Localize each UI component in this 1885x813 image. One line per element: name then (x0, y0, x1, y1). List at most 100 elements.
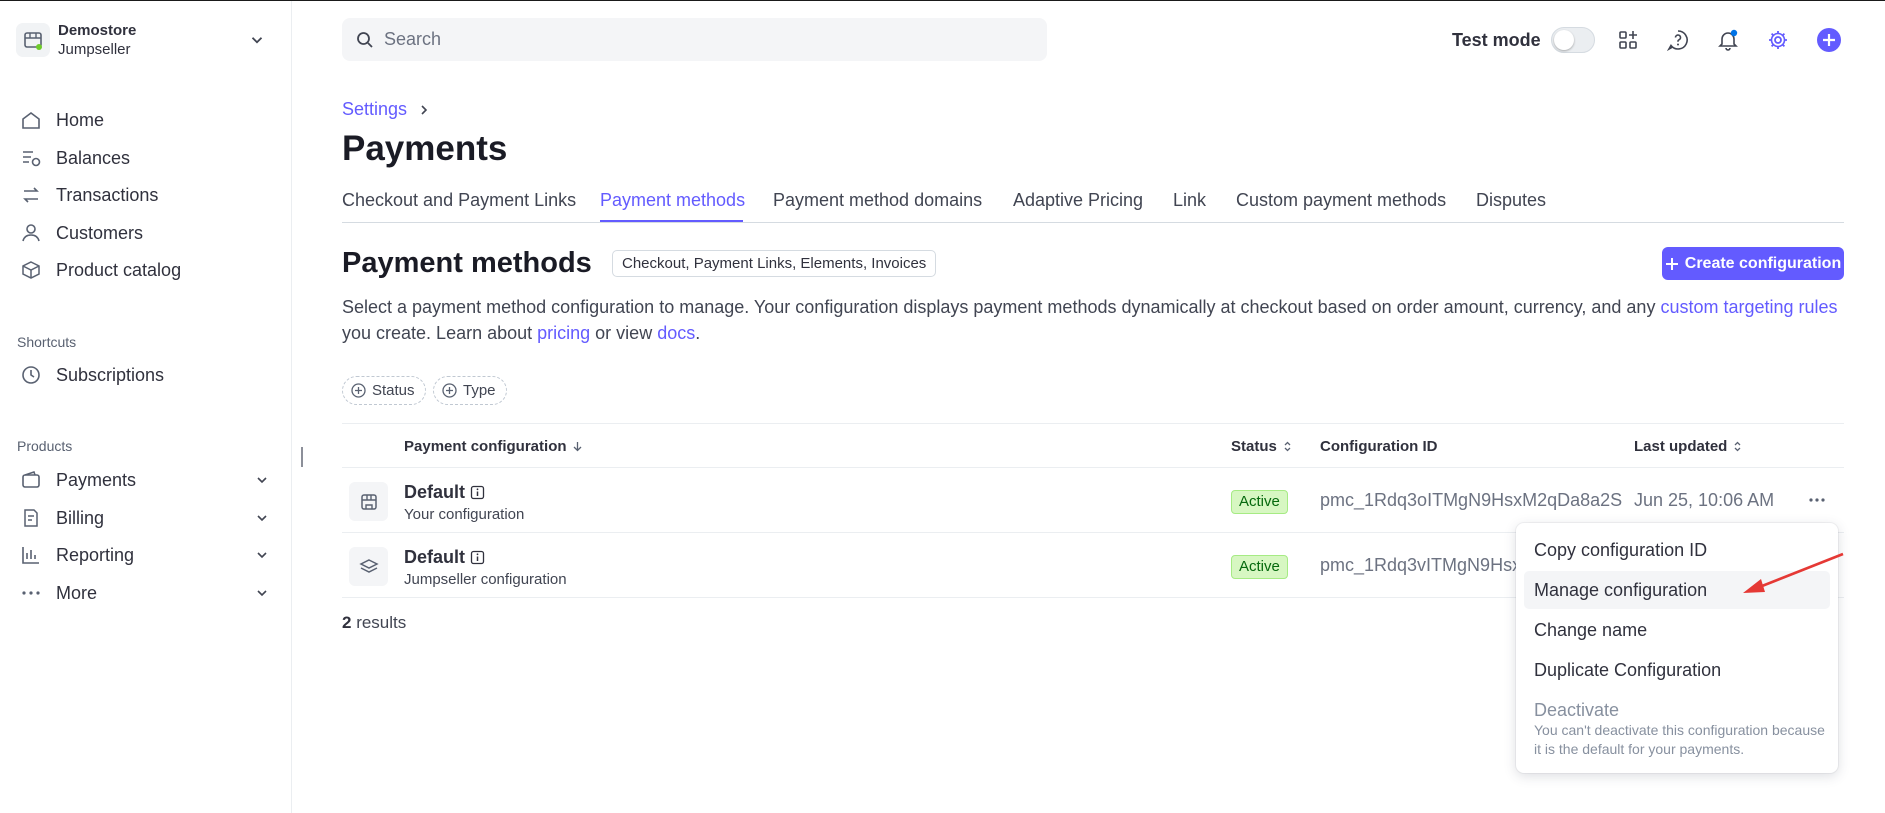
box-icon (22, 261, 40, 279)
nav-item-transactions[interactable]: Transactions (20, 180, 270, 210)
config-name-text: Default (404, 482, 466, 502)
nav-label: More (56, 582, 98, 603)
shortcuts-label: Shortcuts (17, 334, 77, 350)
products-label: Products (17, 438, 73, 454)
nav-label: Home (56, 109, 105, 130)
filter-label: Status (372, 382, 415, 399)
results-count: 2 results (342, 613, 406, 633)
search-icon (357, 31, 373, 48)
config-subtitle: Your configuration (404, 506, 525, 523)
account-switcher[interactable]: Demostore Jumpseller (16, 21, 266, 59)
sort-icon (1734, 441, 1741, 452)
header-label: Configuration ID (1320, 438, 1438, 455)
account-name: Demostore (58, 22, 137, 39)
header-payment-configuration[interactable]: Payment configuration (404, 438, 583, 455)
status-badge: Active (1231, 555, 1288, 579)
tab-link[interactable]: Link (1173, 190, 1206, 211)
chevron-down-icon (257, 590, 267, 597)
page-title: Payments (342, 129, 508, 168)
create-plus-icon[interactable] (1816, 27, 1842, 53)
configuration-id: pmc_1Rdq3vITMgN9HsxM (1320, 555, 1520, 575)
sidebar: Demostore Jumpseller Home Balances Trans… (0, 1, 292, 813)
config-subtitle: Jumpseller configuration (404, 571, 567, 588)
nav-item-more[interactable]: More (20, 578, 270, 608)
header-last-updated[interactable]: Last updated (1634, 438, 1743, 455)
ellipsis-icon (22, 591, 40, 595)
create-configuration-label: Create configuration (1684, 254, 1842, 272)
pricing-link[interactable]: pricing (537, 323, 590, 343)
sort-down-icon (573, 442, 581, 452)
nav-label: Payments (56, 469, 137, 490)
ellipsis-icon (1809, 498, 1825, 502)
nav-label: Customers (56, 222, 144, 243)
header-configuration-id: Configuration ID (1320, 438, 1437, 455)
billing-icon (24, 509, 38, 527)
settings-gear-icon[interactable] (1765, 27, 1791, 53)
chevron-down-icon (251, 37, 263, 44)
search-input[interactable] (384, 29, 984, 50)
account-sub: Jumpseller (58, 41, 131, 58)
nav-item-customers[interactable]: Customers (20, 218, 270, 248)
docs-link[interactable]: docs (657, 323, 695, 343)
status-filter[interactable]: Status (342, 376, 426, 405)
chevron-down-icon (257, 515, 267, 522)
type-filter[interactable]: Type (433, 376, 507, 405)
plus-icon (1665, 257, 1678, 270)
header-label: Status (1231, 438, 1277, 455)
row-actions-button[interactable] (1806, 492, 1828, 508)
tab-disputes[interactable]: Disputes (1476, 190, 1546, 211)
search-bar[interactable] (342, 18, 1047, 61)
test-mode-label: Test mode (1452, 29, 1541, 50)
menu-duplicate-configuration[interactable]: Duplicate Configuration (1524, 651, 1830, 689)
tab-custom-payment-methods[interactable]: Custom payment methods (1236, 190, 1446, 211)
tab-checkout-payment-links[interactable]: Checkout and Payment Links (342, 190, 576, 211)
info-icon[interactable] (470, 485, 485, 500)
create-configuration-button[interactable]: Create configuration (1662, 247, 1844, 280)
section-description: Select a payment method configuration to… (342, 294, 1852, 346)
person-icon (22, 224, 40, 242)
tab-adaptive-pricing[interactable]: Adaptive Pricing (1013, 190, 1143, 211)
breadcrumb-settings-link[interactable]: Settings (342, 99, 407, 120)
nav-item-product-catalog[interactable]: Product catalog (20, 255, 270, 285)
configuration-id: pmc_1Rdq3oITMgN9HsxM2qDa8a2S (1320, 490, 1623, 510)
bar-chart-icon (22, 547, 39, 564)
custom-targeting-rules-link[interactable]: custom targeting rules (1660, 297, 1837, 317)
chevron-down-icon (257, 477, 267, 484)
tab-payment-method-domains[interactable]: Payment method domains (773, 190, 982, 211)
config-name-text: Default (404, 547, 466, 567)
home-icon (22, 112, 40, 129)
tab-payment-methods[interactable]: Payment methods (600, 190, 745, 211)
sidebar-resize-handle[interactable] (301, 447, 303, 467)
test-mode: Test mode (1452, 25, 1595, 55)
help-icon[interactable] (1665, 27, 1691, 53)
table-header: Payment configuration Status Configurati… (342, 423, 1844, 468)
wallet-icon (22, 471, 40, 488)
nav-item-reporting[interactable]: Reporting (20, 540, 270, 570)
notifications-bell-icon[interactable] (1715, 27, 1741, 53)
desc-text: . (695, 323, 701, 343)
nav-label: Billing (56, 507, 105, 528)
menu-change-name[interactable]: Change name (1524, 611, 1830, 649)
nav-item-balances[interactable]: Balances (20, 143, 270, 173)
section-title: Payment methods (342, 247, 592, 279)
header-status[interactable]: Status (1231, 438, 1293, 455)
desc-text: or view (590, 323, 658, 343)
status-badge: Active (1231, 490, 1288, 514)
plus-circle-icon (442, 383, 457, 398)
nav-item-billing[interactable]: Billing (20, 503, 270, 533)
test-mode-toggle[interactable] (1550, 27, 1595, 53)
deactivate-note: You can't deactivate this configuration … (1534, 722, 1825, 757)
info-icon[interactable] (470, 550, 485, 565)
apps-icon[interactable] (1615, 27, 1641, 53)
nav-item-home[interactable]: Home (20, 105, 270, 135)
nav-label: Product catalog (56, 259, 182, 280)
desc-text: Select a payment method configuration to… (342, 297, 1661, 317)
active-tab-indicator (600, 220, 743, 222)
nav-item-payments[interactable]: Payments (20, 465, 270, 495)
nav-label: Transactions (56, 184, 159, 205)
nav-item-subscriptions[interactable]: Subscriptions (20, 360, 270, 390)
results-label: results (351, 613, 407, 632)
desc-text: you create. Learn about (342, 323, 538, 343)
config-name: Default (404, 482, 485, 503)
annotation-arrow-icon (1743, 552, 1844, 593)
